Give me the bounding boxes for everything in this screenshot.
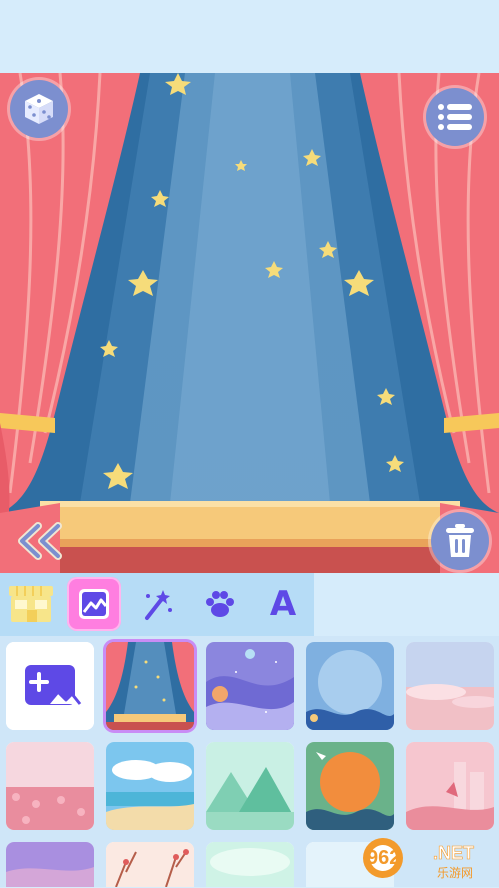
collapse-back-button[interactable] (12, 522, 66, 560)
background-thumb-purple-sky[interactable] (6, 842, 94, 887)
magic-wand-icon (145, 590, 172, 620)
background-thumb-mint[interactable] (206, 842, 294, 887)
stage-scene (0, 73, 499, 573)
double-chevron-left-icon (18, 522, 62, 560)
background-thumb-flower-field[interactable] (6, 742, 94, 830)
tab-pets[interactable] (193, 577, 247, 631)
tab-effects[interactable] (130, 577, 184, 631)
background-thumb-stage[interactable] (106, 642, 194, 730)
shop-icon (9, 586, 53, 622)
list-menu-icon (438, 104, 472, 130)
watermark-suffix: .NET (433, 843, 474, 863)
add-custom-background-button[interactable] (6, 642, 94, 730)
tab-shop[interactable] (4, 577, 58, 631)
watermark-number: 962 (367, 847, 400, 869)
status-bar-area (0, 0, 499, 73)
random-dice-button[interactable] (10, 80, 68, 138)
background-thumb-branches[interactable] (106, 842, 194, 887)
site-watermark: 962 .NET 乐游网 (361, 833, 497, 883)
add-image-icon (6, 642, 94, 730)
trash-icon (446, 524, 474, 557)
background-thumb-space[interactable] (206, 642, 294, 730)
background-thumb-sunset-clouds[interactable] (406, 642, 494, 730)
dice-icon (25, 94, 53, 124)
tab-text[interactable]: A (256, 577, 310, 631)
background-thumb-orange-moon[interactable] (306, 742, 394, 830)
tab-background[interactable] (67, 577, 121, 631)
paw-icon (206, 591, 234, 617)
background-thumb-mountains[interactable] (206, 742, 294, 830)
text-a-icon: A (269, 584, 297, 624)
category-toolbar: A (0, 573, 314, 636)
watermark-subtitle: 乐游网 (437, 866, 473, 880)
toolbar-spacer (314, 573, 499, 636)
background-thumb-pink-city[interactable] (406, 742, 494, 830)
background-thumb-beach[interactable] (106, 742, 194, 830)
delete-button[interactable] (431, 512, 489, 570)
background-thumb-wave[interactable] (306, 642, 394, 730)
menu-button[interactable] (426, 88, 484, 146)
watermark-logo: 962 .NET 乐游网 (363, 838, 474, 880)
background-image-icon (79, 589, 109, 619)
